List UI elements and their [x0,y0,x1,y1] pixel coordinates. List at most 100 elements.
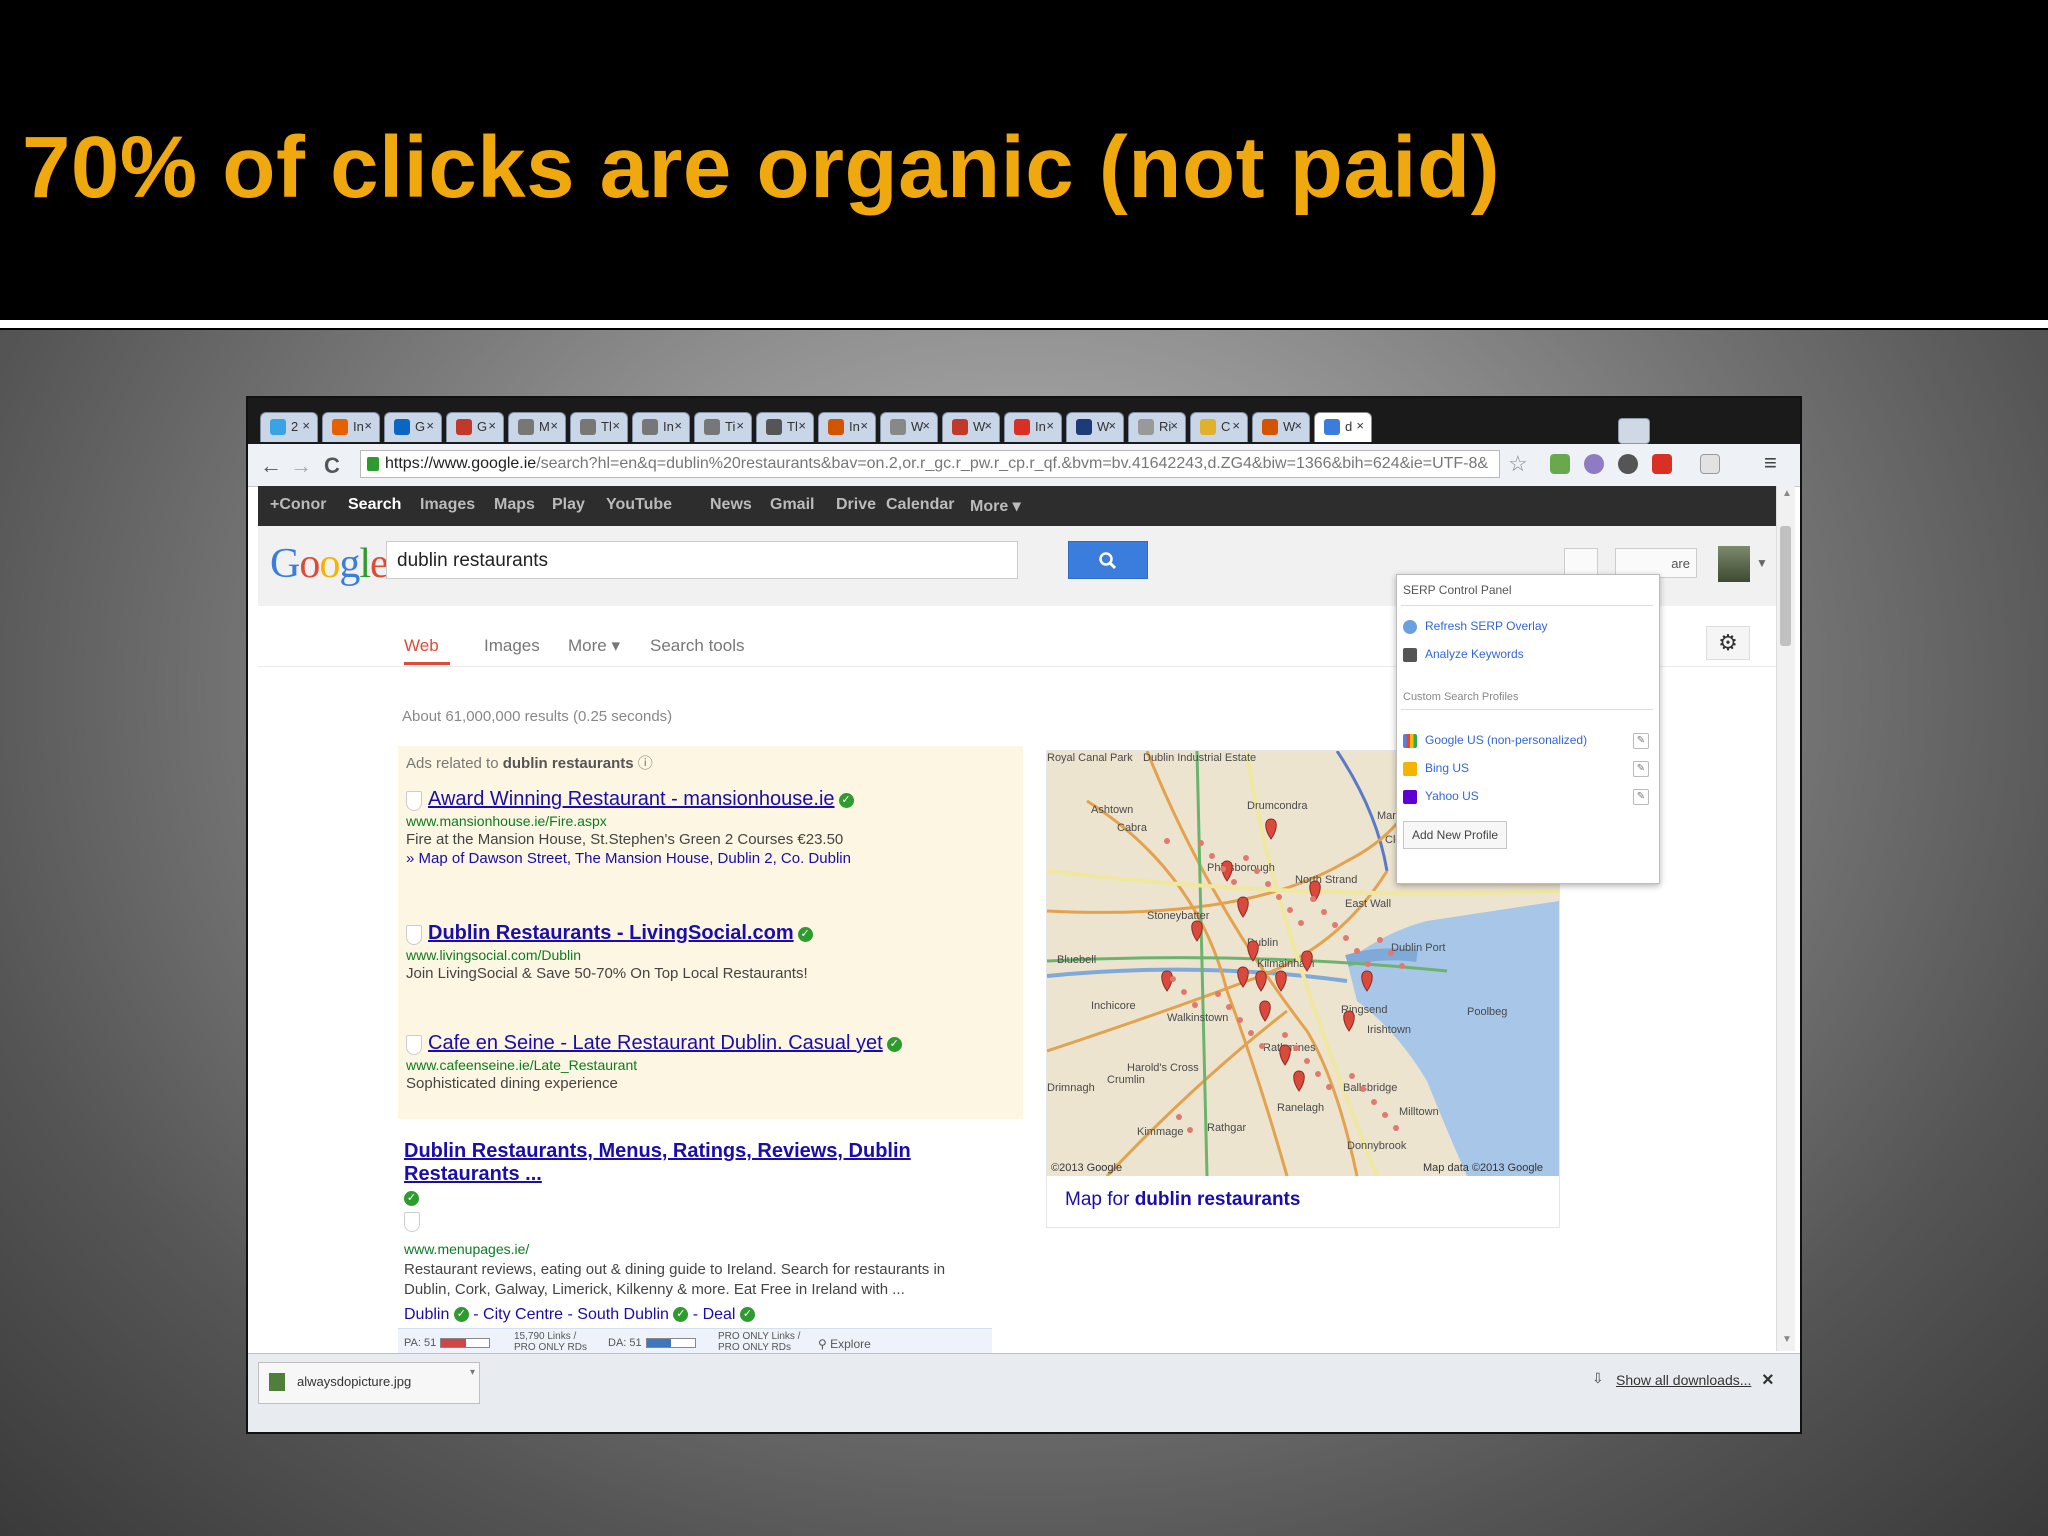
browser-tab[interactable]: Ri × [1128,412,1186,442]
close-icon[interactable]: × [1762,1369,1774,1392]
extension-icon[interactable] [1584,454,1604,474]
browser-tab[interactable]: 2 × [260,412,318,442]
profile-yahoo-us[interactable]: Yahoo US [1403,789,1479,804]
browser-menu-icon[interactable]: ≡ [1764,450,1777,476]
back-button[interactable]: ← [260,453,282,479]
tab-close-icon[interactable]: × [798,418,806,433]
logo-letter: g [339,541,360,587]
reload-button[interactable]: C [324,453,340,479]
browser-tab[interactable]: C × [1190,412,1248,442]
browser-tab[interactable]: In × [322,412,380,442]
add-new-profile-button[interactable]: Add New Profile [1403,821,1508,849]
browser-tab[interactable]: W × [1066,412,1124,442]
explore-button[interactable]: ⚲ Explore [818,1337,871,1351]
browser-tab[interactable]: d × [1314,412,1372,442]
browser-tab[interactable]: W × [1252,412,1310,442]
google-bar-item[interactable]: +Conor [270,496,326,514]
map-caption[interactable]: Map for dublin restaurants [1065,1189,1300,1211]
download-item[interactable]: alwaysdopicture.jpg ▾ [258,1362,480,1404]
google-bar-item[interactable]: More ▾ [970,496,1021,516]
forward-button[interactable]: → [290,453,312,479]
tab-close-icon[interactable]: × [860,418,868,433]
ad-headline[interactable]: Cafe en Seine - Late Restaurant Dublin. … [428,1032,883,1054]
edit-pencil-icon[interactable]: ✎ [1633,761,1649,777]
tab-close-icon[interactable]: × [488,418,496,433]
google-bar-item[interactable]: YouTube [606,496,672,514]
browser-tab[interactable]: Ti × [694,412,752,442]
browser-tab[interactable]: Tl × [570,412,628,442]
tab-search-tools[interactable]: Search tools [650,636,745,656]
google-bar-item[interactable]: Drive [836,496,876,514]
browser-tab[interactable]: Tl × [756,412,814,442]
page-scrollbar[interactable]: ▲ ▼ [1776,486,1795,1351]
tab-close-icon[interactable]: × [736,418,744,433]
organic-headline[interactable]: Dublin Restaurants, Menus, Ratings, Revi… [404,1140,984,1186]
sitelink-city-centre[interactable]: City Centre [483,1306,563,1323]
sitelink-deal[interactable]: Deal [703,1306,736,1323]
browser-tab[interactable]: In × [818,412,876,442]
sitelink-dublin[interactable]: Dublin [404,1306,449,1323]
extension-icon[interactable] [1618,454,1638,474]
google-logo[interactable]: Google [270,540,389,588]
search-input[interactable]: dublin restaurants [386,541,1018,579]
analyze-keywords-button[interactable]: Analyze Keywords [1403,647,1524,662]
tab-close-icon[interactable]: × [1232,418,1240,433]
tab-close-icon[interactable]: × [1356,418,1364,433]
google-bar-item[interactable]: News [710,496,752,514]
google-bar-item[interactable]: Calendar [886,496,954,514]
edit-pencil-icon[interactable]: ✎ [1633,789,1649,805]
profile-google-us[interactable]: Google US (non-personalized) [1403,733,1587,748]
browser-tab[interactable]: In × [632,412,690,442]
browser-tab[interactable]: W × [942,412,1000,442]
chevron-down-icon[interactable]: ▾ [470,1367,475,1378]
ad-sitelink[interactable]: » Map of Dawson Street, The Mansion Hous… [406,850,1016,867]
tab-web[interactable]: Web [404,636,439,656]
google-bar-item[interactable]: Images [420,496,475,514]
tab-close-icon[interactable]: × [302,418,310,433]
scroll-up-icon[interactable]: ▲ [1782,488,1792,499]
browser-tab[interactable]: G × [446,412,504,442]
browser-tab[interactable]: In × [1004,412,1062,442]
tab-close-icon[interactable]: × [550,418,558,433]
settings-gear-icon[interactable]: ⚙ [1706,626,1750,660]
browser-tab[interactable]: W × [880,412,938,442]
map-dot-icon [1349,1073,1355,1079]
search-button[interactable] [1068,541,1148,579]
google-bar-item[interactable]: Gmail [770,496,814,514]
tab-more[interactable]: More ▾ [568,636,620,656]
google-bar-item[interactable]: Maps [494,496,535,514]
tab-close-icon[interactable]: × [364,418,372,433]
google-bar-item[interactable]: Search [348,496,401,514]
tab-close-icon[interactable]: × [922,418,930,433]
tab-close-icon[interactable]: × [1046,418,1054,433]
profile-bing-us[interactable]: Bing US [1403,761,1469,776]
show-all-downloads-link[interactable]: Show all downloads... [1616,1372,1751,1388]
tab-images[interactable]: Images [484,636,540,656]
chevron-down-icon[interactable]: ▼ [1756,556,1768,570]
extension-icon[interactable] [1550,454,1570,474]
tab-close-icon[interactable]: × [1294,418,1302,433]
browser-tab[interactable]: G × [384,412,442,442]
info-icon[interactable]: ⓘ [638,755,653,772]
tab-close-icon[interactable]: × [1170,418,1178,433]
avatar[interactable] [1718,546,1750,582]
sitelink-south-dublin[interactable]: South Dublin [577,1306,669,1323]
tab-close-icon[interactable]: × [426,418,434,433]
tab-close-icon[interactable]: × [984,418,992,433]
bookmark-star-icon[interactable]: ☆ [1508,451,1528,477]
google-bar-item[interactable]: Play [552,496,585,514]
refresh-overlay-button[interactable]: Refresh SERP Overlay [1403,619,1548,634]
browser-tab[interactable]: M × [508,412,566,442]
ad-headline[interactable]: Dublin Restaurants - LivingSocial.com [428,922,794,944]
address-bar[interactable]: https://www.google.ie/search?hl=en&q=dub… [360,450,1500,478]
scroll-down-icon[interactable]: ▼ [1782,1334,1792,1345]
tab-close-icon[interactable]: × [674,418,682,433]
extension-icon[interactable] [1700,454,1720,474]
tab-close-icon[interactable]: × [1108,418,1116,433]
tab-close-icon[interactable]: × [612,418,620,433]
edit-pencil-icon[interactable]: ✎ [1633,733,1649,749]
ad-headline[interactable]: Award Winning Restaurant - mansionhouse.… [428,788,835,810]
scrollbar-thumb[interactable] [1780,526,1791,646]
gmail-icon[interactable] [1652,454,1672,474]
new-tab-button[interactable] [1618,418,1650,444]
